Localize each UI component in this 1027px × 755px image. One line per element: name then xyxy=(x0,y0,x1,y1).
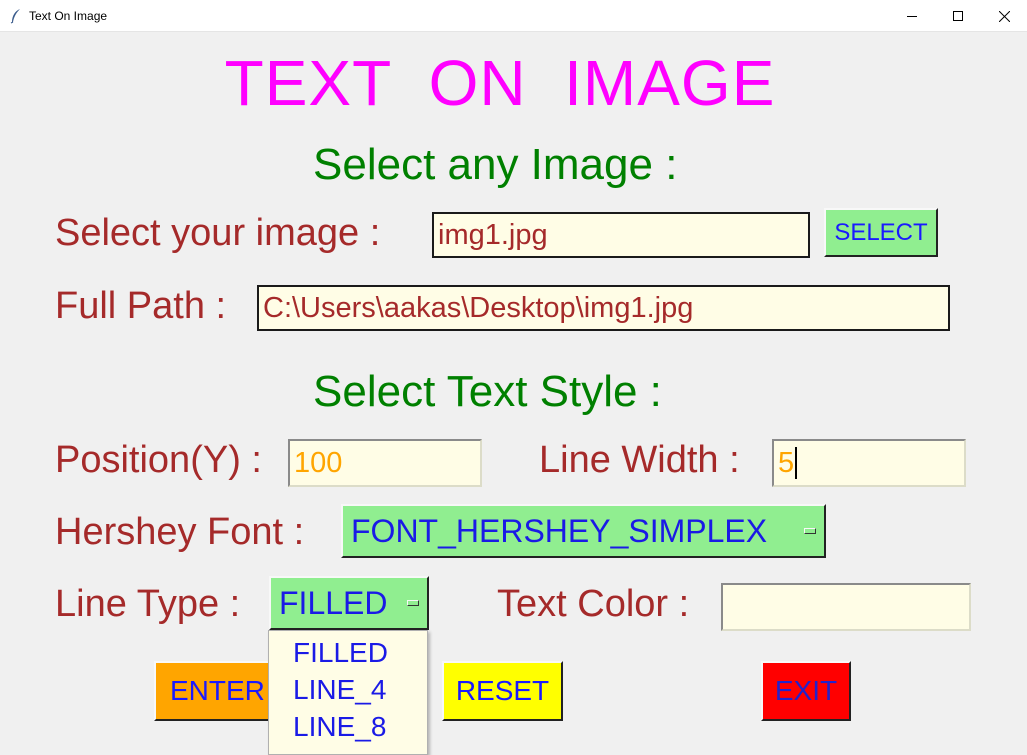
close-icon xyxy=(998,10,1010,22)
minimize-button[interactable] xyxy=(889,0,935,32)
hershey-font-label: Hershey Font : xyxy=(55,511,305,553)
window-title: Text On Image xyxy=(29,9,108,23)
full-path-label: Full Path : xyxy=(55,285,227,327)
hershey-font-select[interactable]: FONT_HERSHEY_SIMPLEX xyxy=(341,504,826,558)
line-type-option-filled[interactable]: FILLED xyxy=(293,637,388,669)
line-width-label: Line Width : xyxy=(539,439,740,481)
app-heading: TEXT ON IMAGE xyxy=(224,47,776,119)
position-y-input[interactable]: 100 xyxy=(288,439,482,487)
position-y-label: Position(Y) : xyxy=(55,439,262,481)
dropdown-indicator-icon xyxy=(407,600,419,606)
image-label: Select your image : xyxy=(55,212,381,254)
text-color-input[interactable] xyxy=(721,583,971,631)
text-style-section-title: Select Text Style : xyxy=(313,367,662,416)
close-button[interactable] xyxy=(981,0,1027,32)
line-width-input[interactable]: 5 xyxy=(772,439,966,487)
dropdown-indicator-icon xyxy=(804,528,816,534)
reset-button[interactable]: RESET xyxy=(442,661,563,721)
line-type-option-line-8[interactable]: LINE_8 xyxy=(293,711,386,743)
window-titlebar: Text On Image xyxy=(0,0,1027,32)
image-name-input[interactable]: img1.jpg xyxy=(432,212,810,258)
select-button[interactable]: SELECT xyxy=(824,208,938,257)
line-type-dropdown-list: FILLED LINE_4 LINE_8 xyxy=(268,630,428,755)
feather-icon xyxy=(10,9,20,24)
text-color-label: Text Color : xyxy=(497,583,690,625)
select-image-section-title: Select any Image : xyxy=(313,140,678,189)
full-path-input[interactable]: C:\Users\aakas\Desktop\img1.jpg xyxy=(257,285,950,331)
line-type-label: Line Type : xyxy=(55,583,241,625)
line-type-value: FILLED xyxy=(279,584,388,621)
exit-button[interactable]: EXIT xyxy=(761,661,851,721)
line-width-value: 5 xyxy=(778,446,795,479)
enter-button[interactable]: ENTER xyxy=(154,661,274,721)
maximize-button[interactable] xyxy=(935,0,981,32)
text-cursor xyxy=(795,447,798,479)
minimize-icon xyxy=(906,15,917,17)
line-type-select[interactable]: FILLED xyxy=(269,576,429,630)
line-type-option-line-4[interactable]: LINE_4 xyxy=(293,674,386,706)
hershey-font-value: FONT_HERSHEY_SIMPLEX xyxy=(351,512,768,549)
maximize-icon xyxy=(952,10,963,21)
